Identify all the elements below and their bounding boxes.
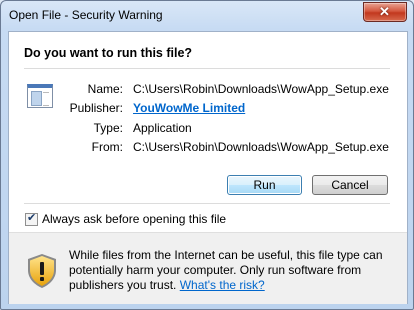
whats-the-risk-link[interactable]: What's the risk?: [180, 278, 265, 292]
name-value: C:\Users\Robin\Downloads\WowApp_Setup.ex…: [133, 82, 389, 96]
cancel-button[interactable]: Cancel: [312, 175, 388, 195]
name-label: Name:: [87, 82, 123, 96]
always-ask-label[interactable]: Always ask before opening this file: [42, 212, 226, 226]
type-value: Application: [133, 121, 192, 135]
dialog-body: Do you want to run this file? Name: C:\U…: [8, 31, 408, 304]
always-ask-checkbox[interactable]: ✔: [25, 212, 38, 226]
warning-panel: While files from the Internet can be use…: [9, 232, 407, 304]
from-value: C:\Users\Robin\Downloads\WowApp_Setup.ex…: [133, 140, 389, 154]
publisher-link[interactable]: YouWowMe Limited: [133, 101, 245, 115]
window-title: Open File - Security Warning: [9, 8, 163, 22]
security-warning-window: Open File - Security Warning ✕ Do you wa…: [0, 0, 414, 310]
run-button[interactable]: Run: [227, 175, 302, 195]
type-label: Type:: [93, 121, 123, 135]
close-icon: ✕: [379, 4, 390, 19]
divider-middle: [24, 203, 390, 205]
warning-text-block: While files from the Internet can be use…: [69, 248, 389, 293]
publisher-label: Publisher:: [69, 101, 123, 115]
close-button[interactable]: ✕: [363, 2, 407, 22]
divider-top: [24, 68, 390, 70]
title-bar[interactable]: Open File - Security Warning ✕: [1, 1, 413, 31]
warning-shield-icon: [28, 254, 56, 288]
checkmark-icon: ✔: [27, 212, 37, 224]
dialog-heading: Do you want to run this file?: [24, 46, 193, 60]
from-label: From:: [91, 140, 123, 154]
